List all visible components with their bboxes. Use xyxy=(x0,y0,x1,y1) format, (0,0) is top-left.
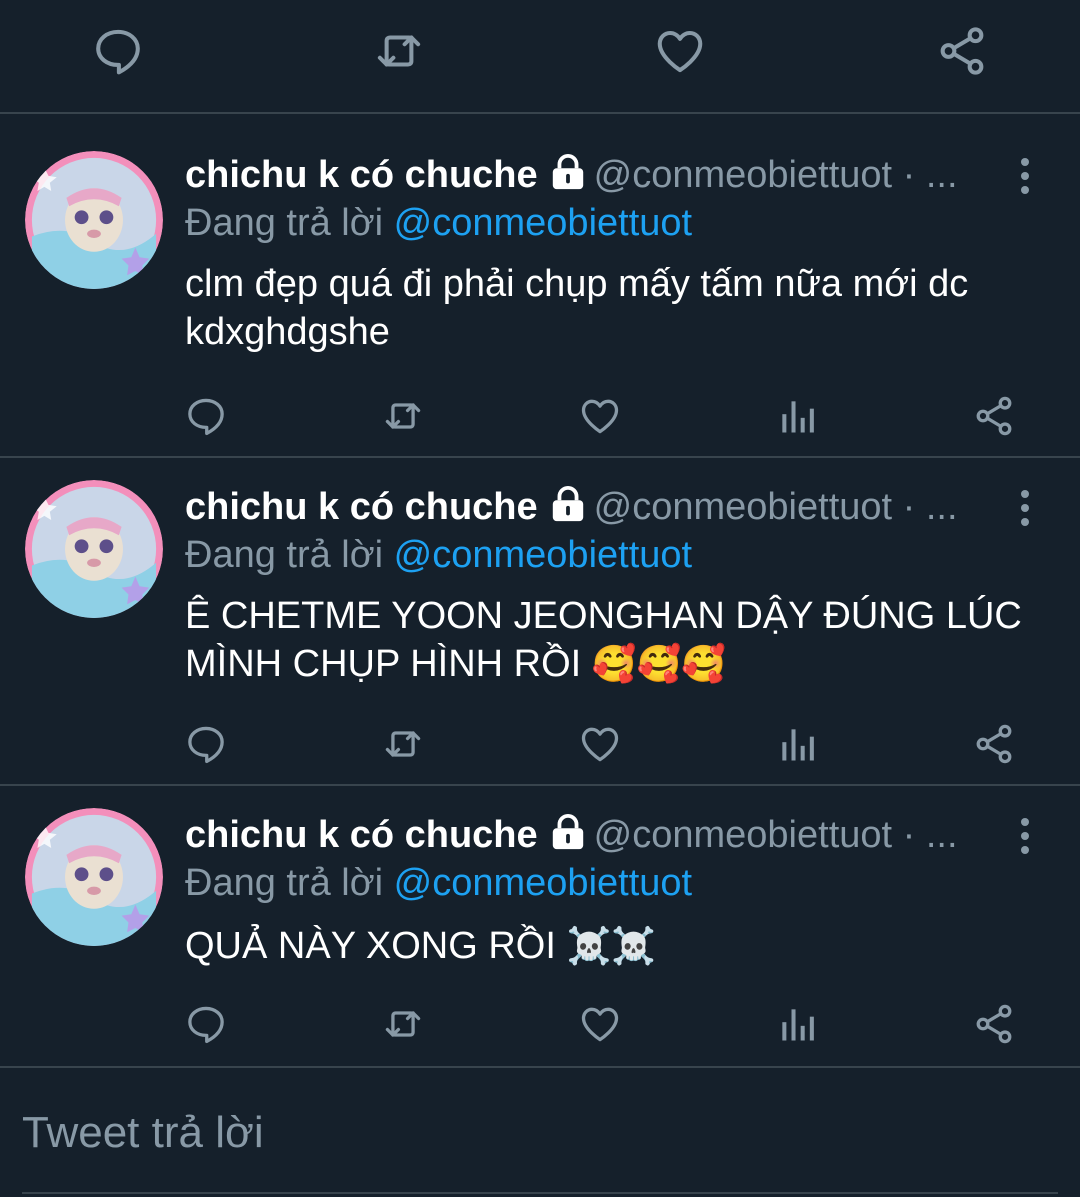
analytics-icon[interactable] xyxy=(775,394,819,438)
reply-composer[interactable]: Tweet trả lời xyxy=(0,1068,1080,1197)
tweet-actions xyxy=(0,1002,1080,1052)
replying-to-label: Đang trả lời xyxy=(185,862,394,904)
reply-input[interactable]: Tweet trả lời xyxy=(22,1108,264,1158)
replying-to: Đang trả lời @conmeobiettuot xyxy=(185,530,692,580)
display-name[interactable]: chichu k có chuche xyxy=(185,486,538,528)
reply-icon[interactable] xyxy=(184,394,228,438)
reply-tweet[interactable]: chichu k có chuche @conmeobiettuot · ... … xyxy=(0,114,1080,458)
analytics-icon[interactable] xyxy=(775,1002,819,1046)
reply-icon[interactable] xyxy=(184,1002,228,1046)
reply-tweet[interactable]: chichu k có chuche @conmeobiettuot · ... … xyxy=(0,458,1080,786)
more-options-icon[interactable] xyxy=(1008,488,1042,528)
lock-icon xyxy=(548,813,588,851)
reply-tweet[interactable]: chichu k có chuche @conmeobiettuot · ... … xyxy=(0,786,1080,1068)
tweet-header: chichu k có chuche @conmeobiettuot · ... xyxy=(185,150,958,200)
share-icon[interactable] xyxy=(972,1002,1016,1046)
display-name[interactable]: chichu k có chuche xyxy=(185,814,538,856)
tweet-text-content: clm đẹp quá đi phải chụp mấy tấm nữa mới… xyxy=(185,263,969,353)
avatar[interactable] xyxy=(25,151,163,289)
username-handle[interactable]: @conmeobiettuot · ... xyxy=(594,814,958,856)
retweet-icon[interactable] xyxy=(381,722,425,766)
like-icon[interactable] xyxy=(653,24,707,78)
tweet-header: chichu k có chuche @conmeobiettuot · ... xyxy=(185,810,958,860)
emoji: ☠️☠️ xyxy=(566,925,657,966)
display-name[interactable]: chichu k có chuche xyxy=(185,154,538,196)
reply-icon[interactable] xyxy=(91,24,145,78)
like-icon[interactable] xyxy=(578,394,622,438)
share-icon[interactable] xyxy=(972,394,1016,438)
lock-icon xyxy=(548,485,588,523)
lock-icon xyxy=(548,153,588,191)
retweet-icon[interactable] xyxy=(381,1002,425,1046)
avatar[interactable] xyxy=(25,808,163,946)
reply-mention-link[interactable]: @conmeobiettuot xyxy=(394,862,692,904)
tweet-text: Ê CHETME YOON JEONGHAN DẬY ĐÚNG LÚC MÌNH… xyxy=(185,592,1045,688)
replying-to: Đang trả lời @conmeobiettuot xyxy=(185,858,692,908)
tweet-header: chichu k có chuche @conmeobiettuot · ... xyxy=(185,482,958,532)
reply-icon[interactable] xyxy=(184,722,228,766)
share-icon[interactable] xyxy=(935,24,989,78)
more-options-icon[interactable] xyxy=(1008,156,1042,196)
username-handle[interactable]: @conmeobiettuot · ... xyxy=(594,154,958,196)
like-icon[interactable] xyxy=(578,1002,622,1046)
tweet-text-content: QUẢ NÀY XONG RỒI xyxy=(185,925,567,967)
reply-mention-link[interactable]: @conmeobiettuot xyxy=(394,202,692,244)
share-icon[interactable] xyxy=(972,722,1016,766)
retweet-icon[interactable] xyxy=(372,24,426,78)
tweet-text: QUẢ NÀY XONG RỒI ☠️☠️ xyxy=(185,922,1045,970)
composer-underline xyxy=(22,1192,1058,1194)
replying-to: Đang trả lời @conmeobiettuot xyxy=(185,198,692,248)
emoji: 🥰🥰🥰 xyxy=(591,643,727,684)
parent-tweet-actions xyxy=(0,0,1080,114)
username-handle[interactable]: @conmeobiettuot · ... xyxy=(594,486,958,528)
tweet-actions xyxy=(0,394,1080,444)
analytics-icon[interactable] xyxy=(775,722,819,766)
more-options-icon[interactable] xyxy=(1008,816,1042,856)
retweet-icon[interactable] xyxy=(381,394,425,438)
replying-to-label: Đang trả lời xyxy=(185,534,394,576)
avatar[interactable] xyxy=(25,480,163,618)
like-icon[interactable] xyxy=(578,722,622,766)
tweet-actions xyxy=(0,722,1080,772)
reply-mention-link[interactable]: @conmeobiettuot xyxy=(394,534,692,576)
replying-to-label: Đang trả lời xyxy=(185,202,394,244)
tweet-text: clm đẹp quá đi phải chụp mấy tấm nữa mới… xyxy=(185,260,1045,356)
